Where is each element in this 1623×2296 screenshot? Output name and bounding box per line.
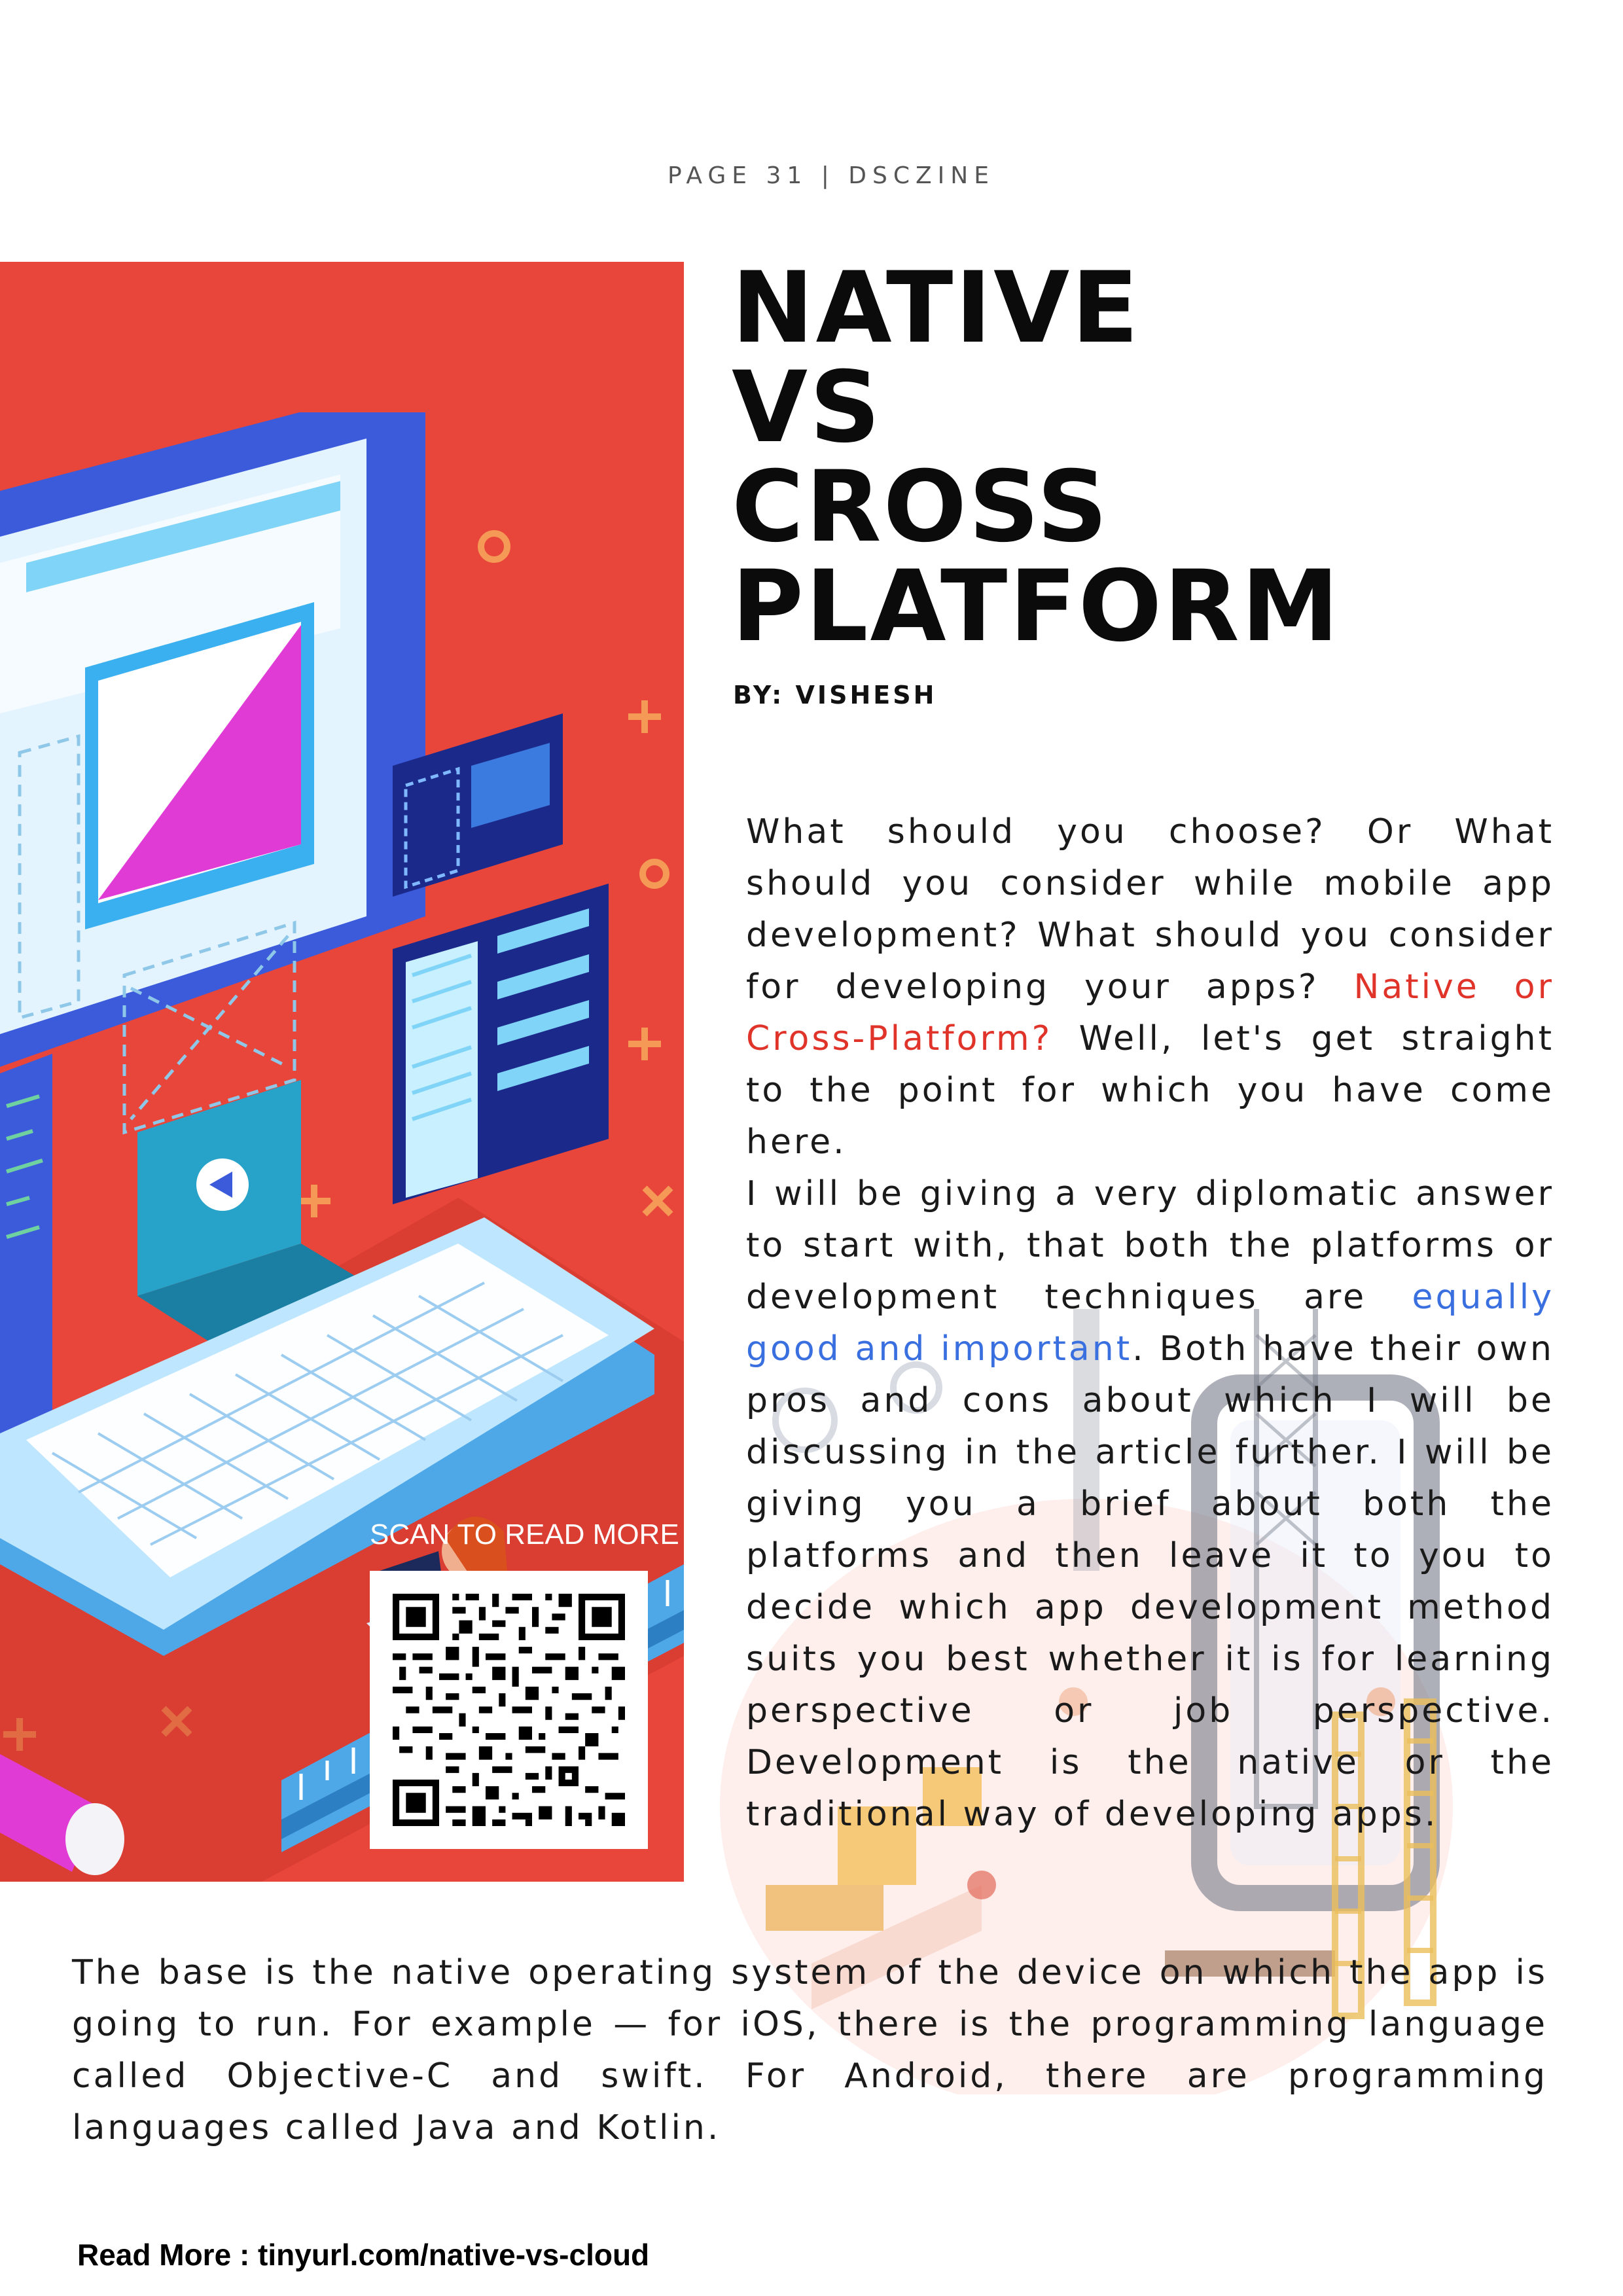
page-header: PAGE 31 | DSCZINE bbox=[668, 162, 995, 189]
article-title: NATIVE VS CROSS PLATFORM bbox=[732, 251, 1342, 664]
scan-label: SCAN TO READ MORE bbox=[370, 1518, 679, 1551]
third-paragraph: The base is the native operating system … bbox=[72, 1953, 1548, 2147]
byline: BY: VISHESH bbox=[733, 681, 937, 709]
title-line: PLATFORM bbox=[732, 550, 1342, 664]
title-line: NATIVE bbox=[732, 251, 1141, 365]
intro-paragraph: What should you choose? Or What should y… bbox=[746, 806, 1554, 1168]
paragraph-text-end: . Both have their own pros and cons abou… bbox=[746, 1329, 1554, 1834]
title-line: CROSS bbox=[732, 450, 1110, 564]
qr-code-icon bbox=[393, 1594, 625, 1826]
title-line: VS bbox=[732, 351, 883, 465]
article-body: What should you choose? Or What should y… bbox=[746, 806, 1554, 1840]
read-more-link[interactable]: Read More : tinyurl.com/native-vs-cloud bbox=[77, 2237, 649, 2272]
qr-code[interactable] bbox=[370, 1571, 648, 1849]
second-paragraph: I will be giving a very diplomatic answe… bbox=[746, 1168, 1554, 1840]
